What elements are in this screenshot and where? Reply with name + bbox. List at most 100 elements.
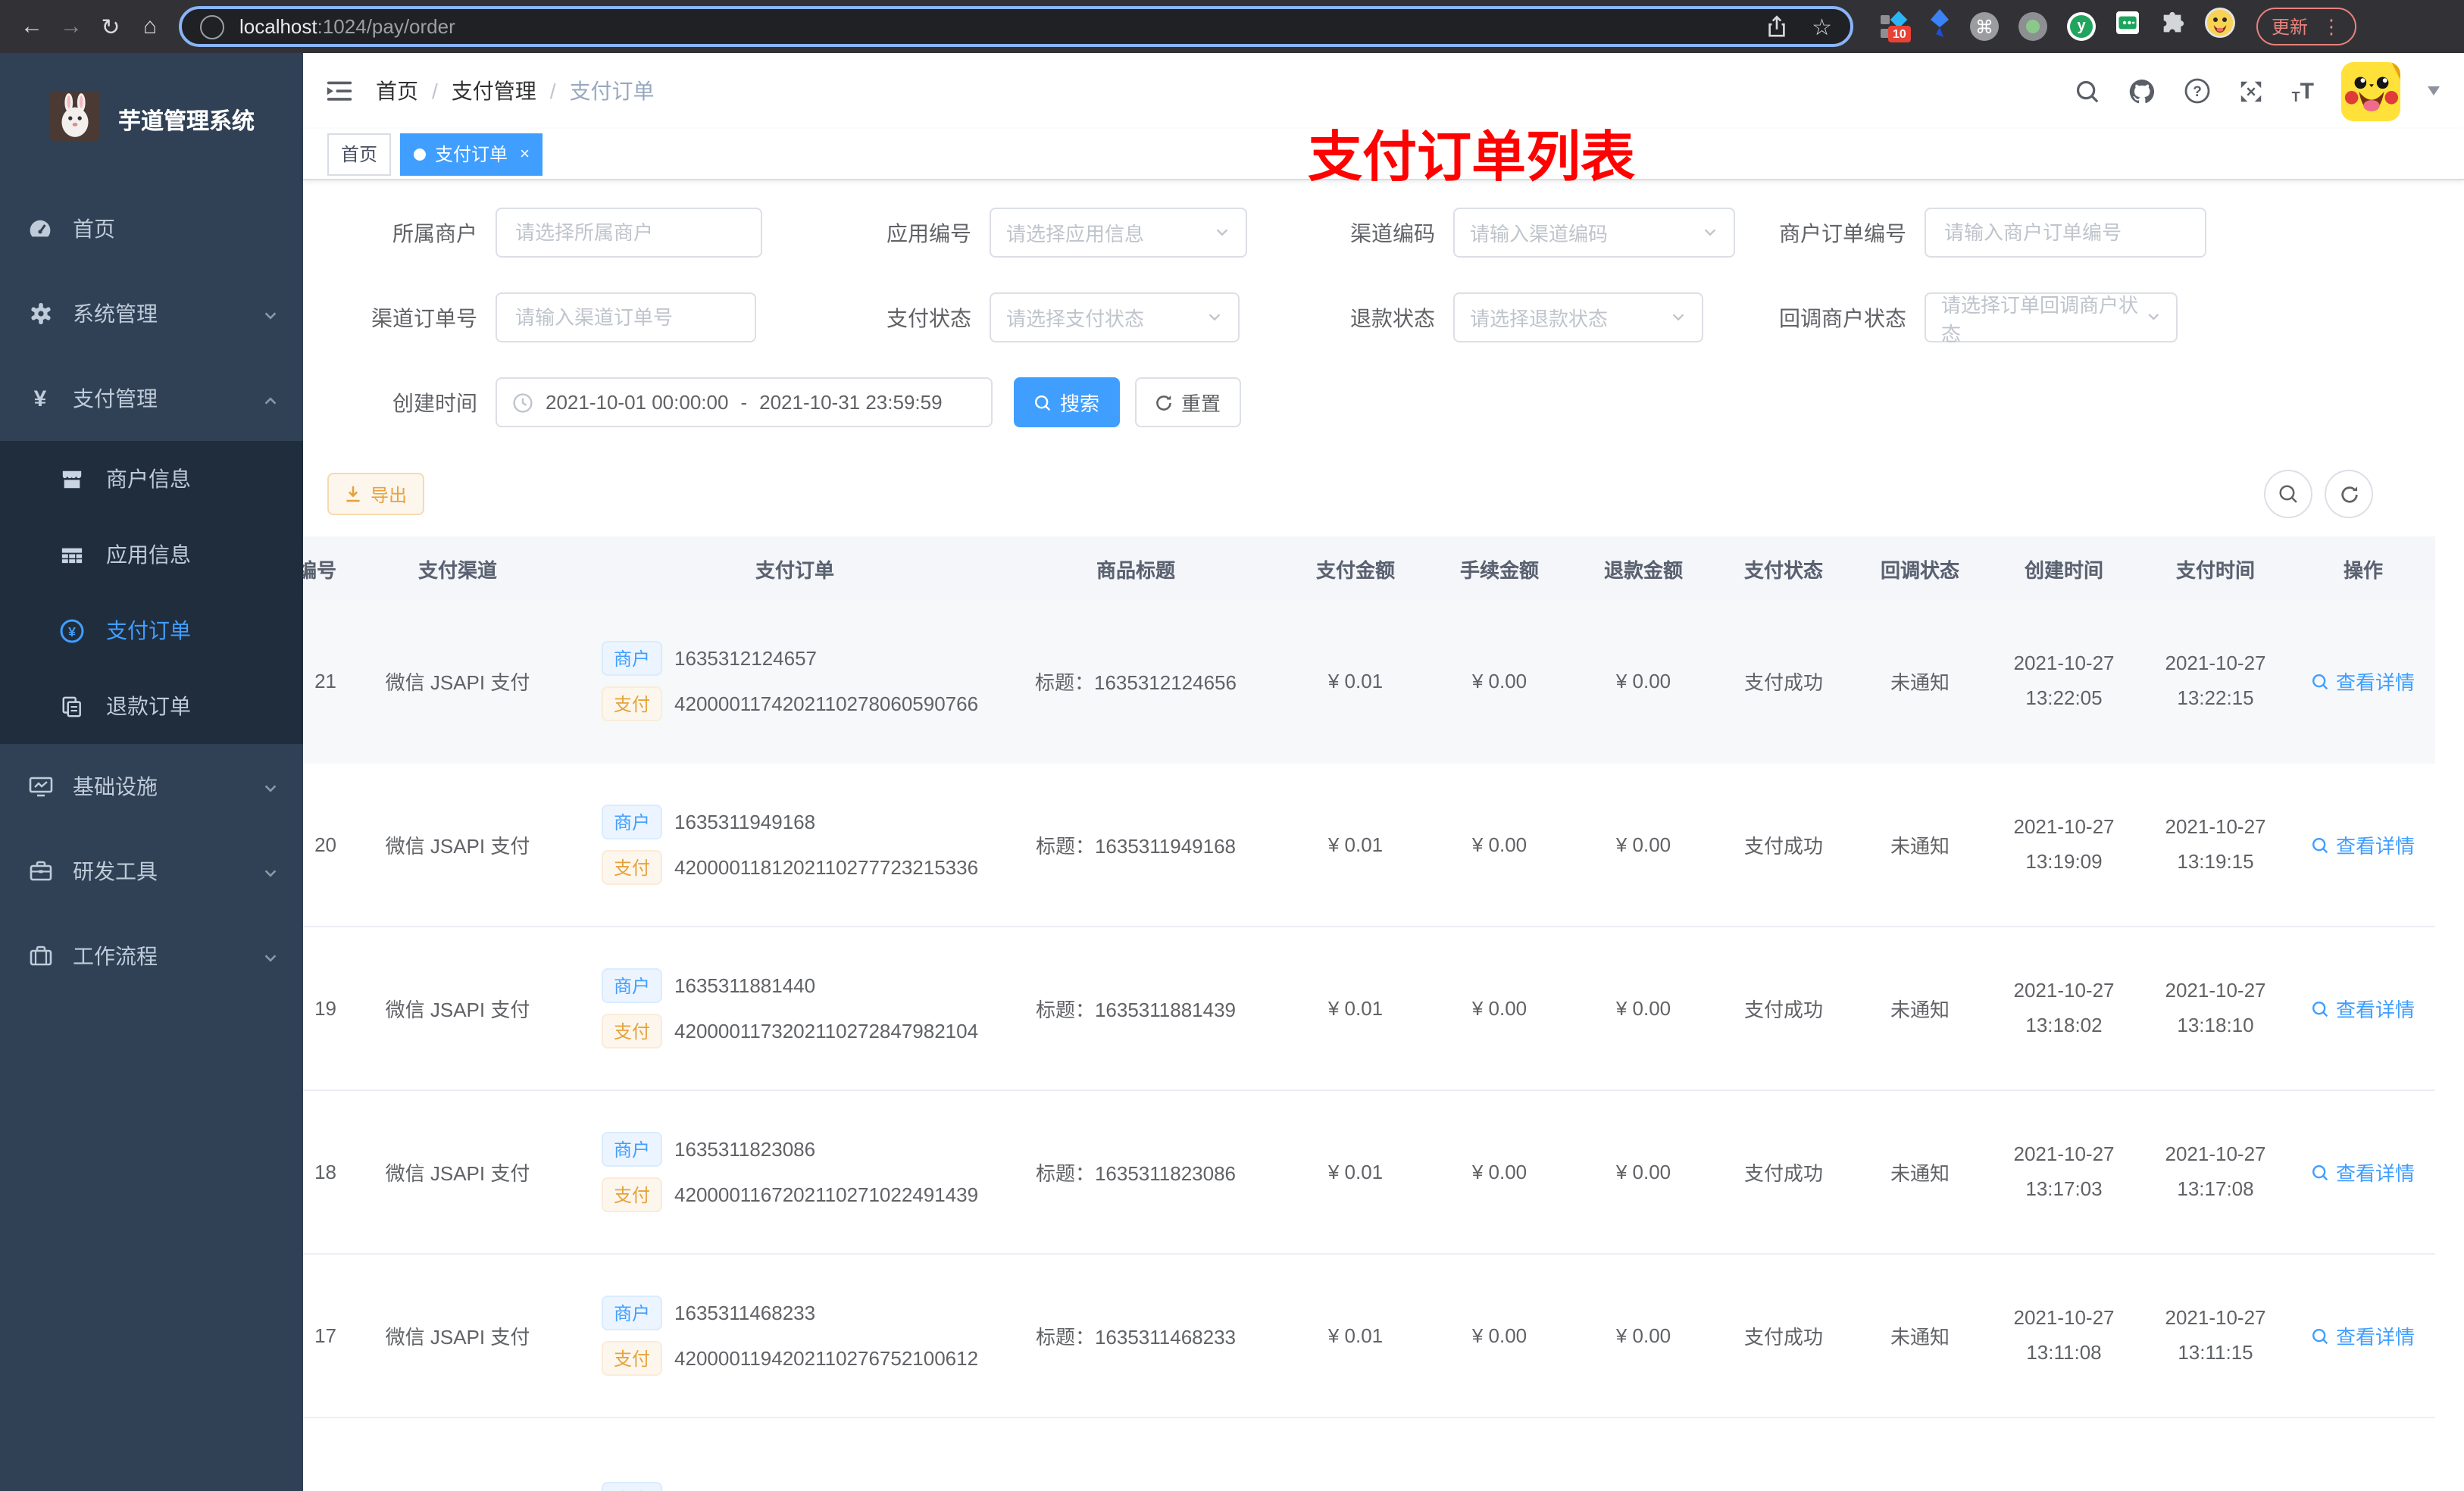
grid-icon [59,543,85,566]
filter-label: 创建时间 [392,390,477,414]
sidebar-item-refund-order[interactable]: 退款订单 [0,668,303,744]
header-search-icon[interactable] [2075,78,2101,104]
app-select[interactable]: 请选择应用信息 [990,208,1247,258]
merchant-select-input[interactable] [496,208,762,258]
sidebar-item-workflow[interactable]: 工作流程 [0,914,303,999]
chat-extension-icon[interactable] [2115,11,2140,42]
top-navbar: 首页 / 支付管理 / 支付订单 ? T T [303,53,2464,129]
extension-grid-icon[interactable]: 10 [1879,10,1911,42]
pay-order-icon: ¥ [59,617,85,643]
chevron-down-icon [1209,314,1221,321]
merchant-order-no-input[interactable] [1925,208,2206,258]
url-path: :1024/pay/order [317,15,455,38]
toggle-search-button[interactable] [2264,470,2312,518]
breadcrumb-payment[interactable]: 支付管理 [452,76,536,106]
chevron-down-icon [2147,314,2159,321]
recorder-extension-icon[interactable] [2018,12,2047,41]
sidebar-item-label: 退款订单 [106,694,191,718]
update-button[interactable]: 更新 ⋮ [2256,8,2357,45]
table-row[interactable]: 19 微信 JSAPI 支付 商户 1635311881440 支付 4200001… [303,927,2435,1091]
sketch-extension-icon[interactable] [1929,8,1950,45]
sidebar-item-dev-tools[interactable]: 研发工具 [0,829,303,914]
user-avatar[interactable] [2341,61,2400,120]
sidebar-item-infrastructure[interactable]: 基础设施 [0,744,303,829]
tag-home[interactable]: 首页 [327,133,392,175]
notify-status-select[interactable]: 请选择订单回调商户状态 [1925,292,2178,345]
create-time-range-picker[interactable]: 2021-10-01 00:00:00 - 2021-10-31 23:59:5… [496,377,993,427]
date-separator: - [740,391,748,414]
y-extension-icon[interactable]: y [2067,12,2096,41]
date-start: 2021-10-01 00:00:00 [546,391,729,414]
sidebar-item-app-info[interactable]: 应用信息 [0,517,303,592]
share-icon[interactable] [1765,15,1787,38]
sidebar-item-merchant-info[interactable]: 商户信息 [0,441,303,517]
reload-icon[interactable]: ↻ [91,13,130,40]
command-extension-icon[interactable]: ⌘ [1970,12,1999,41]
address-bar[interactable]: localhost:1024/pay/order ☆ [179,6,1853,47]
dashboard-icon [27,216,53,242]
merchant-tag: 商户 [602,641,663,676]
cell-title: 标题：1635312124656 [1034,671,1237,694]
forward-icon[interactable]: → [52,14,91,39]
sidebar-item-payment[interactable]: ¥ 支付管理 [0,356,303,441]
export-button[interactable]: 导出 [327,473,424,515]
table-row[interactable]: 20 微信 JSAPI 支付 商户 1635311949168 支付 4200001… [303,764,2435,927]
extensions-puzzle-icon[interactable] [2159,10,2185,43]
svg-text:?: ? [2194,84,2203,100]
table-row[interactable]: 21 微信 JSAPI 支付 商户 1635312124657 支付 4200001… [303,600,2435,764]
browser-menu-dots-icon[interactable]: ⋮ [2322,14,2341,39]
channel-order-no-input[interactable] [496,292,756,342]
help-icon[interactable]: ? [2184,77,2212,105]
cell-actions: 查看详情 [2291,667,2435,695]
url-text[interactable]: localhost:1024/pay/order [239,15,1740,38]
bookmark-star-icon[interactable]: ☆ [1812,13,1832,40]
table-row[interactable]: 商户1635311054796 [303,1418,2435,1491]
search-icon [2312,674,2329,689]
table-row[interactable]: 18 微信 JSAPI 支付 商户 1635311823086 支付 4200001… [303,1091,2435,1255]
cell-order-numbers: 商户1635311054796 [579,1471,988,1491]
fullscreen-icon[interactable] [2239,78,2265,104]
close-icon[interactable]: × [520,145,530,163]
sidebar-item-label: 研发工具 [73,859,158,883]
refresh-table-button[interactable] [2325,470,2373,518]
filter-label: 渠道编码 [1350,220,1435,245]
cell-status: 支付成功 [1743,671,1823,694]
profile-emoji-avatar[interactable] [2205,8,2235,45]
tag-pay-order[interactable]: 支付订单 × [400,133,543,175]
cell-id: 20 [314,833,336,856]
font-size-icon[interactable]: TT [2292,78,2314,104]
briefcase-icon [27,859,53,883]
search-icon [2312,1328,2329,1344]
app-logo[interactable]: 芋道管理系统 [0,53,303,186]
search-icon [2312,1164,2329,1180]
sidebar-item-system[interactable]: 系统管理 [0,271,303,356]
cell-id: 18 [314,1161,336,1183]
back-icon[interactable]: ← [12,14,52,39]
table-row[interactable]: 17 微信 JSAPI 支付 商户 1635311468233 支付 4200001… [303,1255,2435,1418]
github-icon[interactable] [2128,77,2157,105]
avatar-caret-icon[interactable] [2428,86,2440,95]
sidebar-item-pay-order[interactable]: ¥ 支付订单 [0,592,303,668]
clock-icon [513,392,533,412]
cell-id: 21 [314,670,336,692]
extension-badge: 10 [1888,25,1911,42]
view-detail-link[interactable]: 查看详情 [2312,1158,2415,1186]
filter-label: 支付状态 [886,305,971,330]
view-detail-link[interactable]: 查看详情 [2312,1321,2415,1350]
breadcrumb-home[interactable]: 首页 [376,76,418,106]
cell-created: 2021-10-27 13:22:05 [2013,651,2115,709]
view-detail-link[interactable]: 查看详情 [2312,667,2415,695]
view-detail-link[interactable]: 查看详情 [2312,830,2415,859]
sidebar-collapse-icon[interactable] [315,67,364,115]
view-detail-link[interactable]: 查看详情 [2312,994,2415,1023]
refresh-icon [2340,486,2357,502]
site-info-icon[interactable] [200,14,224,39]
sidebar-item-home[interactable]: 首页 [0,186,303,271]
reset-button[interactable]: 重置 [1135,377,1241,427]
filter-label: 所属商户 [392,220,477,245]
cell-paid: 2021-10-27 13:22:15 [2165,651,2266,709]
chevron-down-icon [262,947,279,971]
search-button[interactable]: 搜索 [1014,377,1120,427]
pay-status-select[interactable]: 请选择支付状态 [990,292,1240,342]
home-icon[interactable]: ⌂ [130,14,170,39]
